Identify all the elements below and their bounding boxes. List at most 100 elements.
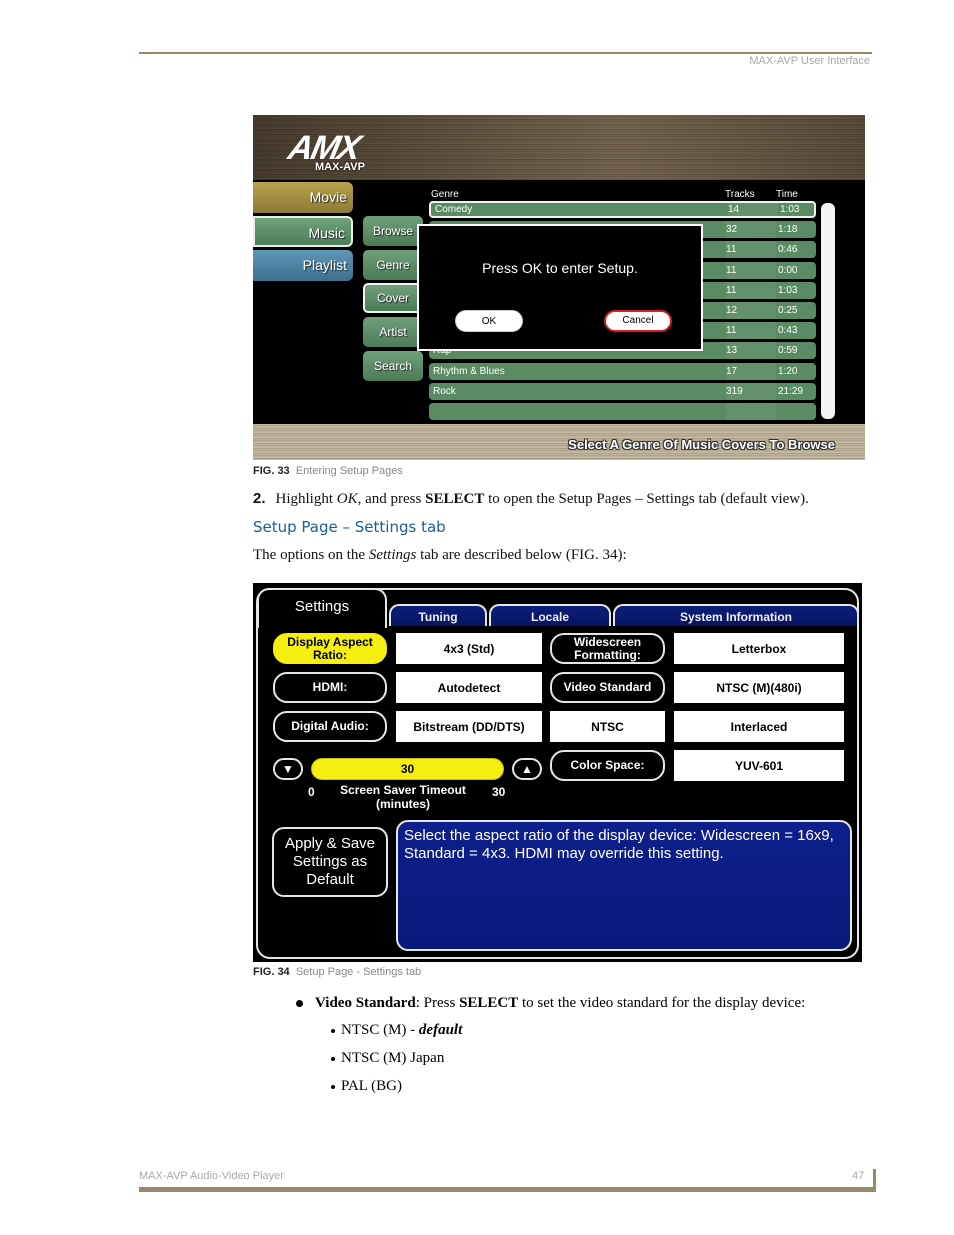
ok-button[interactable]: OK [455,310,523,332]
genre-row[interactable]: Rock 319 21:29 [429,382,816,400]
digital-audio-value: Bitstream (DD/DTS) [396,711,542,742]
option-item: NTSC (M) Japan [331,1050,444,1067]
genre-tracks: 11 [726,322,776,340]
genre-row[interactable]: Rhythm & Blues 17 1:20 [429,362,816,380]
scrollbar[interactable] [821,203,835,419]
increase-button[interactable]: ▲ [512,758,542,780]
genre-tracks: 319 [726,382,776,400]
genre-time: 0:00 [778,264,798,276]
video-standard-bullet: Video Standard: Press SELECT to set the … [296,995,805,1012]
genre-time: 1:03 [778,284,798,296]
amx-logo: AMX [284,129,363,167]
slider-min: 0 [308,785,315,799]
bullet-icon [296,1000,303,1008]
step-text: to open the Setup Pages – Settings tab (… [484,491,809,507]
main-tab-music[interactable]: Music [253,216,353,247]
widescreen-formatting-button[interactable]: Widescreen Formatting: [550,633,665,664]
tab-system-information[interactable]: System Information [613,604,859,626]
genre-tracks: 12 [726,302,776,319]
color-space-button[interactable]: Color Space: [550,750,665,781]
figure-33-screenshot: AMX MAX-AVP Movie Music Playlist Browse … [253,115,865,460]
bullet-icon [331,1056,335,1061]
search-button[interactable]: Search [363,351,423,381]
digital-audio-button[interactable]: Digital Audio: [273,711,387,742]
hdmi-button[interactable]: HDMI: [273,672,387,703]
option-item: NTSC (M) - default [331,1022,462,1039]
option-item: PAL (BG) [331,1078,402,1095]
fig33-caption: FIG. 33 Entering Setup Pages [253,465,403,477]
bullet-bold: SELECT [459,995,519,1011]
step-text: Highlight [275,491,337,507]
intro-text: tab are described below (FIG. 34): [416,547,627,563]
genre-tracks [726,403,776,420]
genre-time: 0:59 [778,345,798,357]
intro-paragraph: The options on the Settings tab are desc… [253,547,627,564]
bullet-icon [331,1084,335,1089]
tab-tuning[interactable]: Tuning [389,604,487,626]
display-aspect-ratio-value: 4x3 (Std) [396,633,542,664]
option-text: PAL (BG) [341,1078,402,1094]
display-aspect-ratio-button[interactable]: Display Aspect Ratio: [273,633,387,664]
logo-subtitle: MAX-AVP [315,161,365,173]
hdmi-value: Autodetect [396,672,542,703]
main-tab-movie[interactable]: Movie [253,182,353,213]
slider-label-text: Screen Saver Timeout [340,783,466,797]
up-triangle-icon: ▲ [521,762,533,776]
genre-row[interactable]: Comedy 14 1:03 [429,201,816,218]
fig34-caption: FIG. 34 Setup Page - Settings tab [253,966,421,978]
step-bold: SELECT [425,491,485,507]
step-number: 2. [253,490,266,507]
dialog-message: Press OK to enter Setup. [482,260,638,276]
genre-time: 1:20 [778,365,798,377]
option-text: NTSC (M) Japan [341,1050,445,1066]
widescreen-formatting-value: Letterbox [674,633,844,664]
header-rule [139,52,872,54]
column-header-genre: Genre [431,189,459,200]
help-text-box: Select the aspect ratio of the display d… [396,820,852,951]
setup-dialog: Press OK to enter Setup. OK Cancel [417,224,703,351]
genre-tracks: 32 [726,221,776,239]
column-header-time: Time [776,189,798,200]
genre-time: 0:46 [778,244,798,256]
intro-text: The options on the [253,547,369,563]
bullet-icon [331,1028,335,1033]
genre-time: 0:25 [778,305,798,316]
genre-tracks: 13 [726,342,776,360]
tab-locale[interactable]: Locale [489,604,611,626]
cancel-button[interactable]: Cancel [604,310,672,332]
genre-time: 1:18 [778,224,798,236]
screen-saver-slider[interactable]: 30 [311,758,504,780]
browse-button[interactable]: Browse [363,216,423,246]
cover-button[interactable]: Cover [363,283,423,313]
decrease-button[interactable]: ▼ [273,758,303,780]
step-2: 2. Highlight OK, and press SELECT to open… [253,490,809,508]
step-italic: OK [336,491,358,507]
color-space-value: YUV-601 [674,750,844,781]
fig34-number: FIG. 34 [253,966,290,978]
slider-label: Screen Saver Timeout (minutes) [333,783,473,811]
bullet-bold: Video Standard [315,995,416,1011]
video-standard-button[interactable]: Video Standard [550,672,665,703]
scan-mode-value: Interlaced [674,711,844,742]
genre-tracks: 11 [726,261,776,279]
genre-name: Rock [433,385,456,397]
bullet-text: : Press [415,995,460,1011]
genre-button[interactable]: Genre [363,250,423,280]
page-number: 47 [852,1170,865,1182]
genre-name: Rhythm & Blues [433,365,505,377]
tab-settings[interactable]: Settings [257,588,387,628]
bullet-text: to set the video standard for the displa… [518,995,806,1011]
genre-time: 21:29 [778,385,804,397]
header-title: MAX-AVP User Interface [749,55,870,67]
down-triangle-icon: ▼ [282,762,294,776]
fig34-caption-text: Setup Page - Settings tab [295,966,422,978]
genre-name: Comedy [435,204,473,215]
apply-save-default-button[interactable]: Apply & Save Settings as Default [272,827,388,897]
genre-tracks: 11 [726,241,776,259]
figure-34-screenshot: Settings Tuning Locale System Informatio… [253,583,862,962]
artist-button[interactable]: Artist [363,317,423,347]
section-title: Setup Page – Settings tab [253,518,446,536]
main-tab-playlist[interactable]: Playlist [253,250,353,281]
genre-row[interactable] [429,403,816,420]
genre-tracks: 17 [726,362,776,380]
